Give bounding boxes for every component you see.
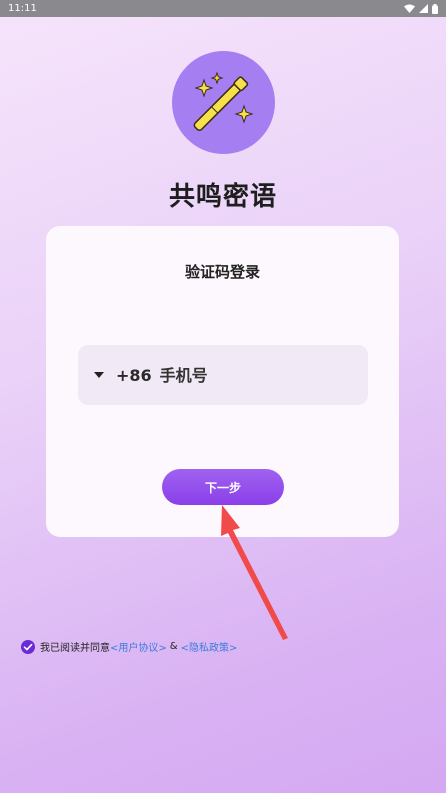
user-agreement-link[interactable]: <用户协议> bbox=[110, 639, 167, 654]
checked-checkbox-icon[interactable] bbox=[21, 639, 35, 654]
wifi-icon bbox=[404, 4, 415, 13]
signal-icon bbox=[419, 4, 428, 13]
country-code-selector[interactable]: +86 bbox=[116, 366, 152, 385]
phone-input[interactable] bbox=[159, 365, 340, 385]
agreement-separator: & bbox=[169, 641, 178, 652]
status-time: 11:11 bbox=[8, 3, 37, 14]
dropdown-triangle-icon[interactable] bbox=[94, 372, 104, 378]
status-bar: 11:11 bbox=[0, 0, 446, 17]
login-card: 验证码登录 +86 下一步 bbox=[46, 226, 399, 537]
status-icons bbox=[404, 3, 438, 14]
app-title: 共鸣密语 bbox=[168, 182, 277, 212]
annotation-arrow-icon bbox=[221, 505, 288, 640]
battery-icon bbox=[432, 3, 438, 14]
agreement-row: 我已阅读并同意 <用户协议> & <隐私政策> bbox=[21, 639, 237, 654]
privacy-policy-link[interactable]: <隐私政策> bbox=[181, 639, 238, 654]
app-logo bbox=[172, 51, 275, 154]
login-card-title: 验证码登录 bbox=[184, 263, 260, 281]
magic-wand-icon bbox=[193, 71, 254, 131]
agreement-prefix: 我已阅读并同意 bbox=[40, 643, 110, 654]
phone-field[interactable]: +86 bbox=[78, 345, 368, 405]
